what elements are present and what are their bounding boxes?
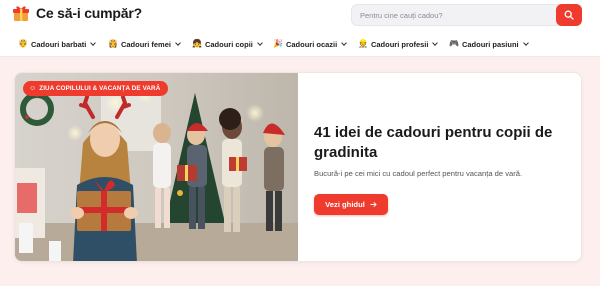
worker-emoji-icon: 👷 bbox=[358, 39, 368, 48]
nav-item-label: Cadouri ocazii bbox=[285, 39, 338, 49]
crown-emoji-icon: 🤴 bbox=[18, 39, 28, 48]
search-box bbox=[351, 4, 582, 26]
child-emoji-icon: ☺ bbox=[29, 85, 37, 92]
chevron-down-icon bbox=[432, 40, 439, 46]
hero-badge-label: ZIUA COPILULUI & VACANȚA DE VARĂ bbox=[39, 85, 161, 92]
hero-description: Bucură-i pe cei mici cu cadoul perfect p… bbox=[314, 169, 523, 178]
site-header: Ce să-i cumpăr? bbox=[0, 0, 600, 30]
nav-item-hobbies[interactable]: 🎮 Cadouri pasiuni bbox=[449, 36, 529, 52]
nav-item-label: Cadouri copii bbox=[204, 39, 253, 49]
chevron-down-icon bbox=[522, 40, 529, 46]
hero-card: ☺ ZIUA COPILULUI & VACANȚA DE VARĂ 41 id… bbox=[14, 72, 582, 262]
nav-item-women[interactable]: 👸 Cadouri femei bbox=[108, 36, 181, 52]
category-nav: 🤴 Cadouri barbati 👸 Cadouri femei 👧 Cado… bbox=[0, 36, 600, 52]
view-guide-button[interactable]: Vezi ghidul bbox=[314, 194, 388, 215]
nav-item-label: Cadouri femei bbox=[120, 39, 171, 49]
search-button[interactable] bbox=[556, 4, 582, 26]
nav-item-label: Cadouri pasiuni bbox=[461, 39, 519, 49]
nav-item-men[interactable]: 🤴 Cadouri barbati bbox=[18, 36, 97, 52]
search-input[interactable] bbox=[352, 5, 557, 25]
nav-item-kids[interactable]: 👧 Cadouri copii bbox=[192, 36, 263, 52]
hero-badge: ☺ ZIUA COPILULUI & VACANȚA DE VARĂ bbox=[23, 81, 169, 96]
arrow-right-icon bbox=[370, 201, 377, 208]
nav-item-professions[interactable]: 👷 Cadouri profesii bbox=[358, 36, 439, 52]
party-emoji-icon: 🎉 bbox=[273, 39, 283, 48]
view-guide-label: Vezi ghidul bbox=[325, 200, 365, 209]
woman-emoji-icon: 👸 bbox=[108, 39, 118, 48]
logo[interactable]: Ce să-i cumpăr? bbox=[12, 4, 142, 22]
nav-item-label: Cadouri barbati bbox=[30, 39, 87, 49]
chevron-down-icon bbox=[175, 40, 181, 46]
chevron-down-icon bbox=[90, 40, 97, 46]
children-christmas-photo bbox=[15, 73, 298, 261]
chevron-down-icon bbox=[341, 40, 348, 46]
hero-photo[interactable]: ☺ ZIUA COPILULUI & VACANȚA DE VARĂ bbox=[15, 73, 298, 261]
gamepad-emoji-icon: 🎮 bbox=[449, 39, 459, 48]
search-icon bbox=[564, 10, 574, 20]
child-emoji-icon: 👧 bbox=[192, 39, 202, 48]
nav-item-label: Cadouri profesii bbox=[370, 39, 429, 49]
chevron-down-icon bbox=[257, 40, 263, 46]
hero-title[interactable]: 41 idei de cadouri pentru copii de gradi… bbox=[314, 123, 576, 163]
logo-text: Ce să-i cumpăr? bbox=[36, 5, 142, 21]
gift-icon bbox=[13, 6, 29, 21]
nav-item-occasions[interactable]: 🎉 Cadouri ocazii bbox=[273, 36, 348, 52]
